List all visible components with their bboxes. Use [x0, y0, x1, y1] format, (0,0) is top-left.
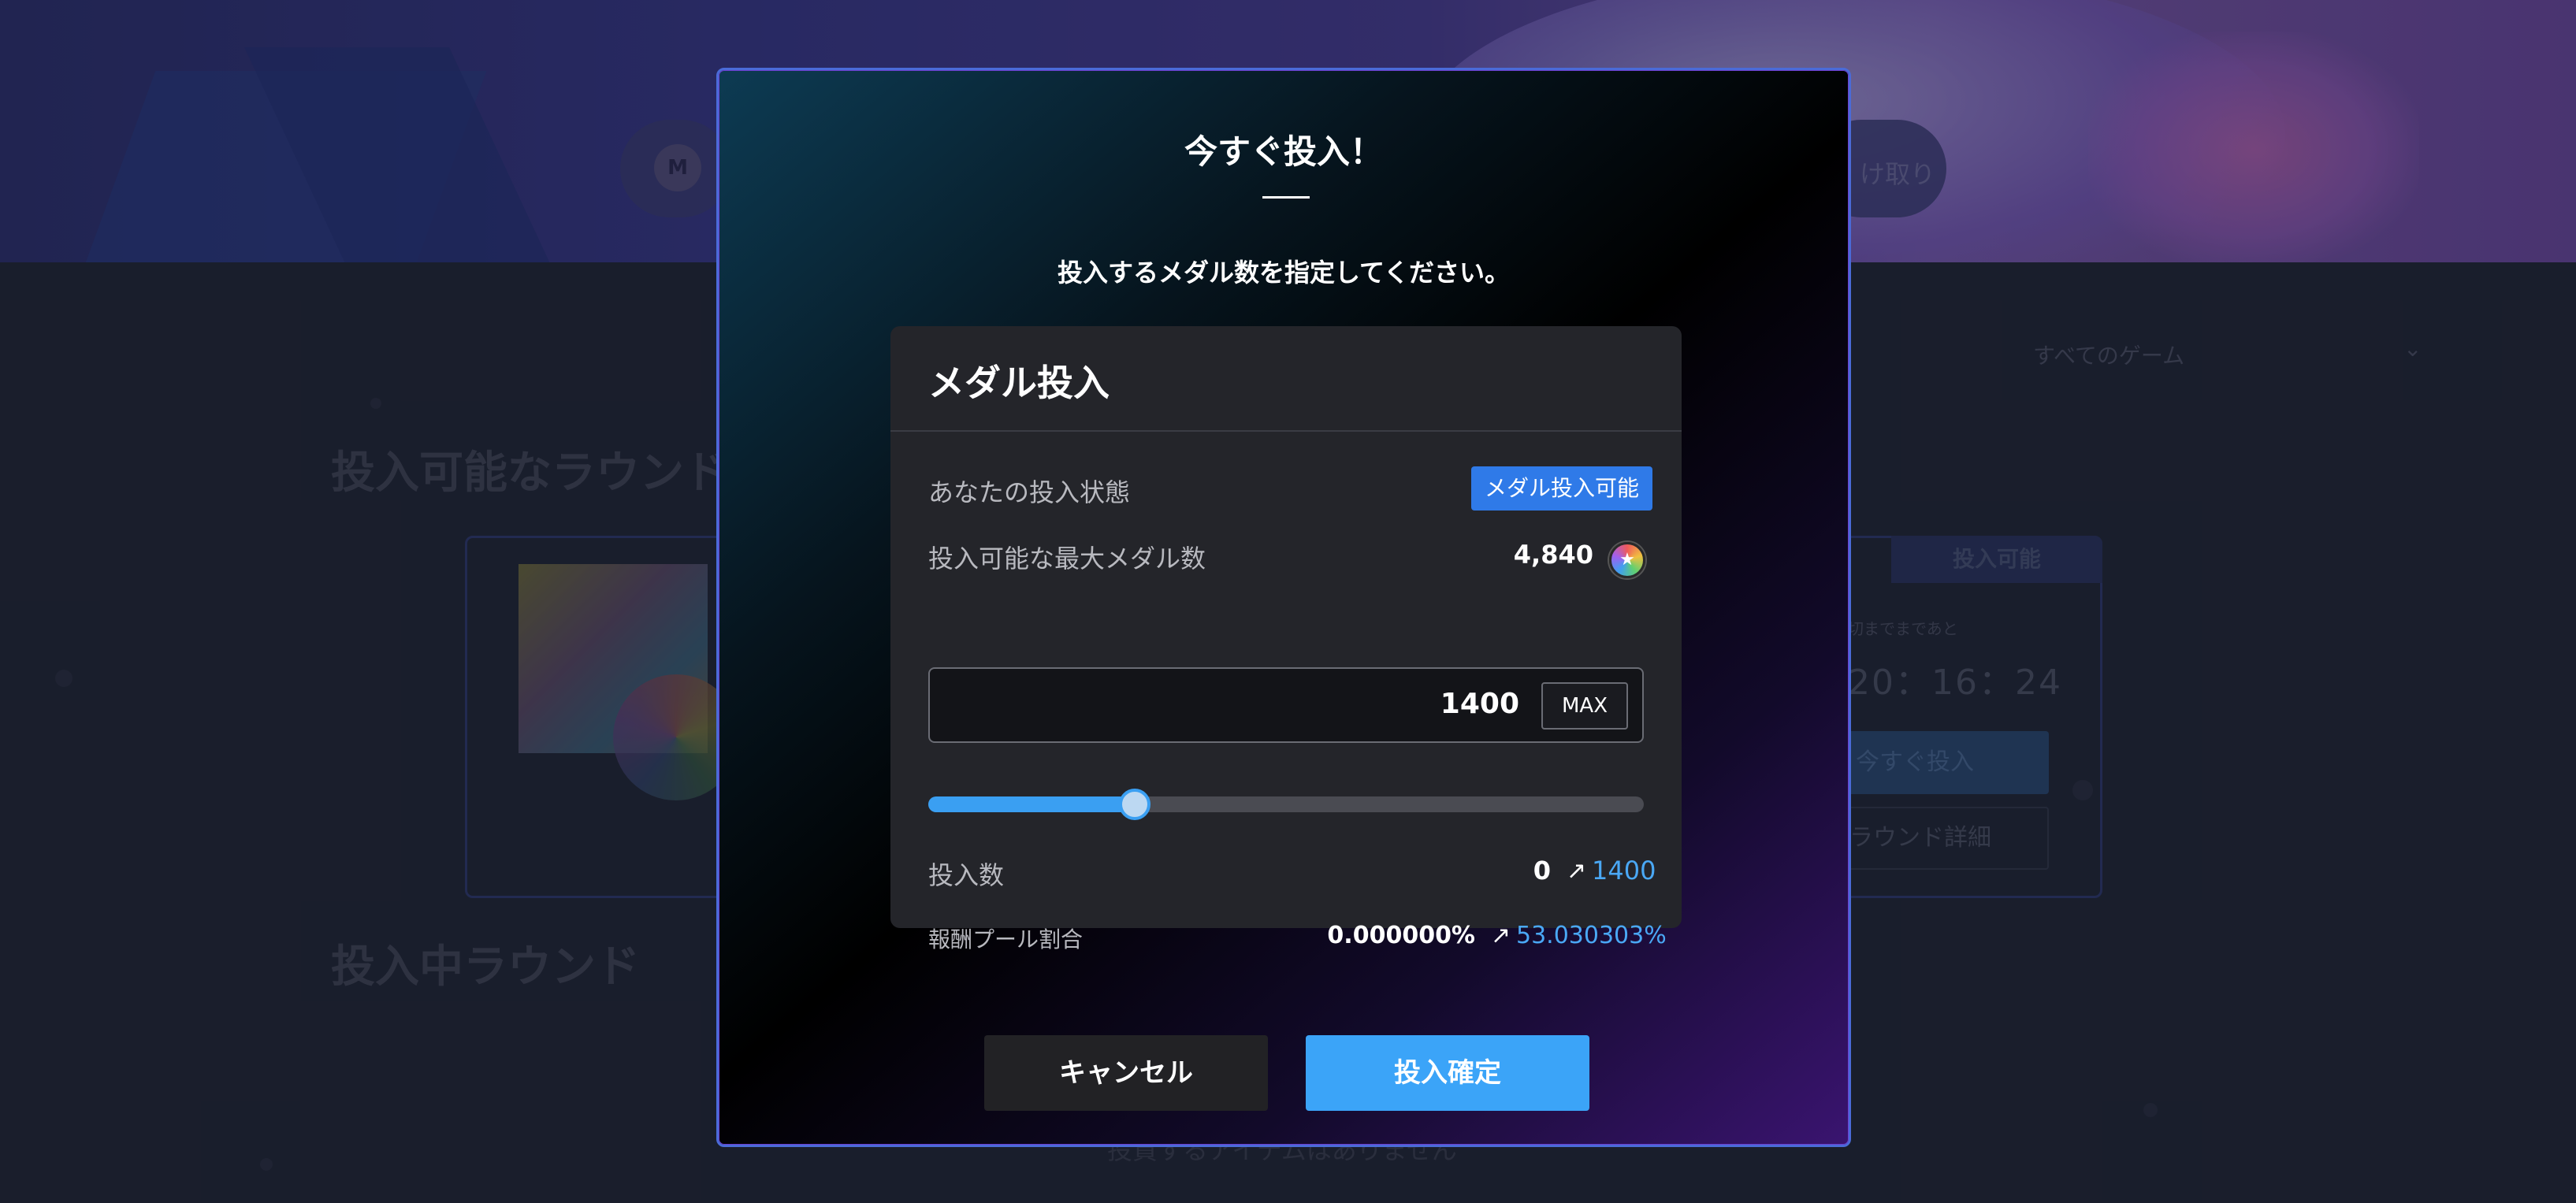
arrow-up-right-icon: ↗: [1491, 922, 1511, 949]
modal-title: 今すぐ投入！: [1184, 132, 1383, 171]
medal-amount-input[interactable]: 1400 MAX: [928, 667, 1644, 743]
medal-amount-slider[interactable]: [928, 789, 1644, 820]
status-badge: メダル投入可能: [1471, 466, 1652, 511]
medal-icon: [1609, 542, 1645, 578]
reward-ratio-before: 0.000000%: [1327, 922, 1475, 949]
reward-ratio-label: 報酬プール割合: [928, 926, 1084, 952]
status-label: あなたの投入状態: [928, 477, 1131, 507]
reward-ratio-after: 53.030303%: [1516, 922, 1667, 949]
max-medals-label: 投入可能な最大メダル数: [928, 544, 1206, 574]
modal-instruction: 投入するメダル数を指定してください。: [1057, 258, 1511, 288]
title-underline: [1262, 196, 1310, 199]
slider-fill: [928, 796, 1136, 812]
medal-amount-value: 1400: [1440, 688, 1519, 720]
cancel-button[interactable]: キャンセル: [984, 1035, 1268, 1111]
confirm-invest-button[interactable]: 投入確定: [1306, 1035, 1589, 1111]
invest-modal: 今すぐ投入！ 投入するメダル数を指定してください。 メダル投入 あなたの投入状態…: [716, 68, 1851, 1147]
panel-divider: [890, 430, 1682, 432]
invest-count-before: 0: [1533, 856, 1551, 886]
max-button[interactable]: MAX: [1541, 682, 1628, 730]
max-medals-value: 4,840: [1513, 540, 1593, 570]
slider-handle[interactable]: [1119, 789, 1151, 820]
medal-invest-panel: メダル投入 あなたの投入状態 メダル投入可能 投入可能な最大メダル数 4,840…: [890, 326, 1682, 952]
arrow-up-right-icon: ↗: [1567, 857, 1587, 885]
panel-title: メダル投入: [928, 362, 1110, 404]
invest-count-label: 投入数: [928, 860, 1005, 890]
invest-count-after: 1400: [1592, 856, 1656, 886]
